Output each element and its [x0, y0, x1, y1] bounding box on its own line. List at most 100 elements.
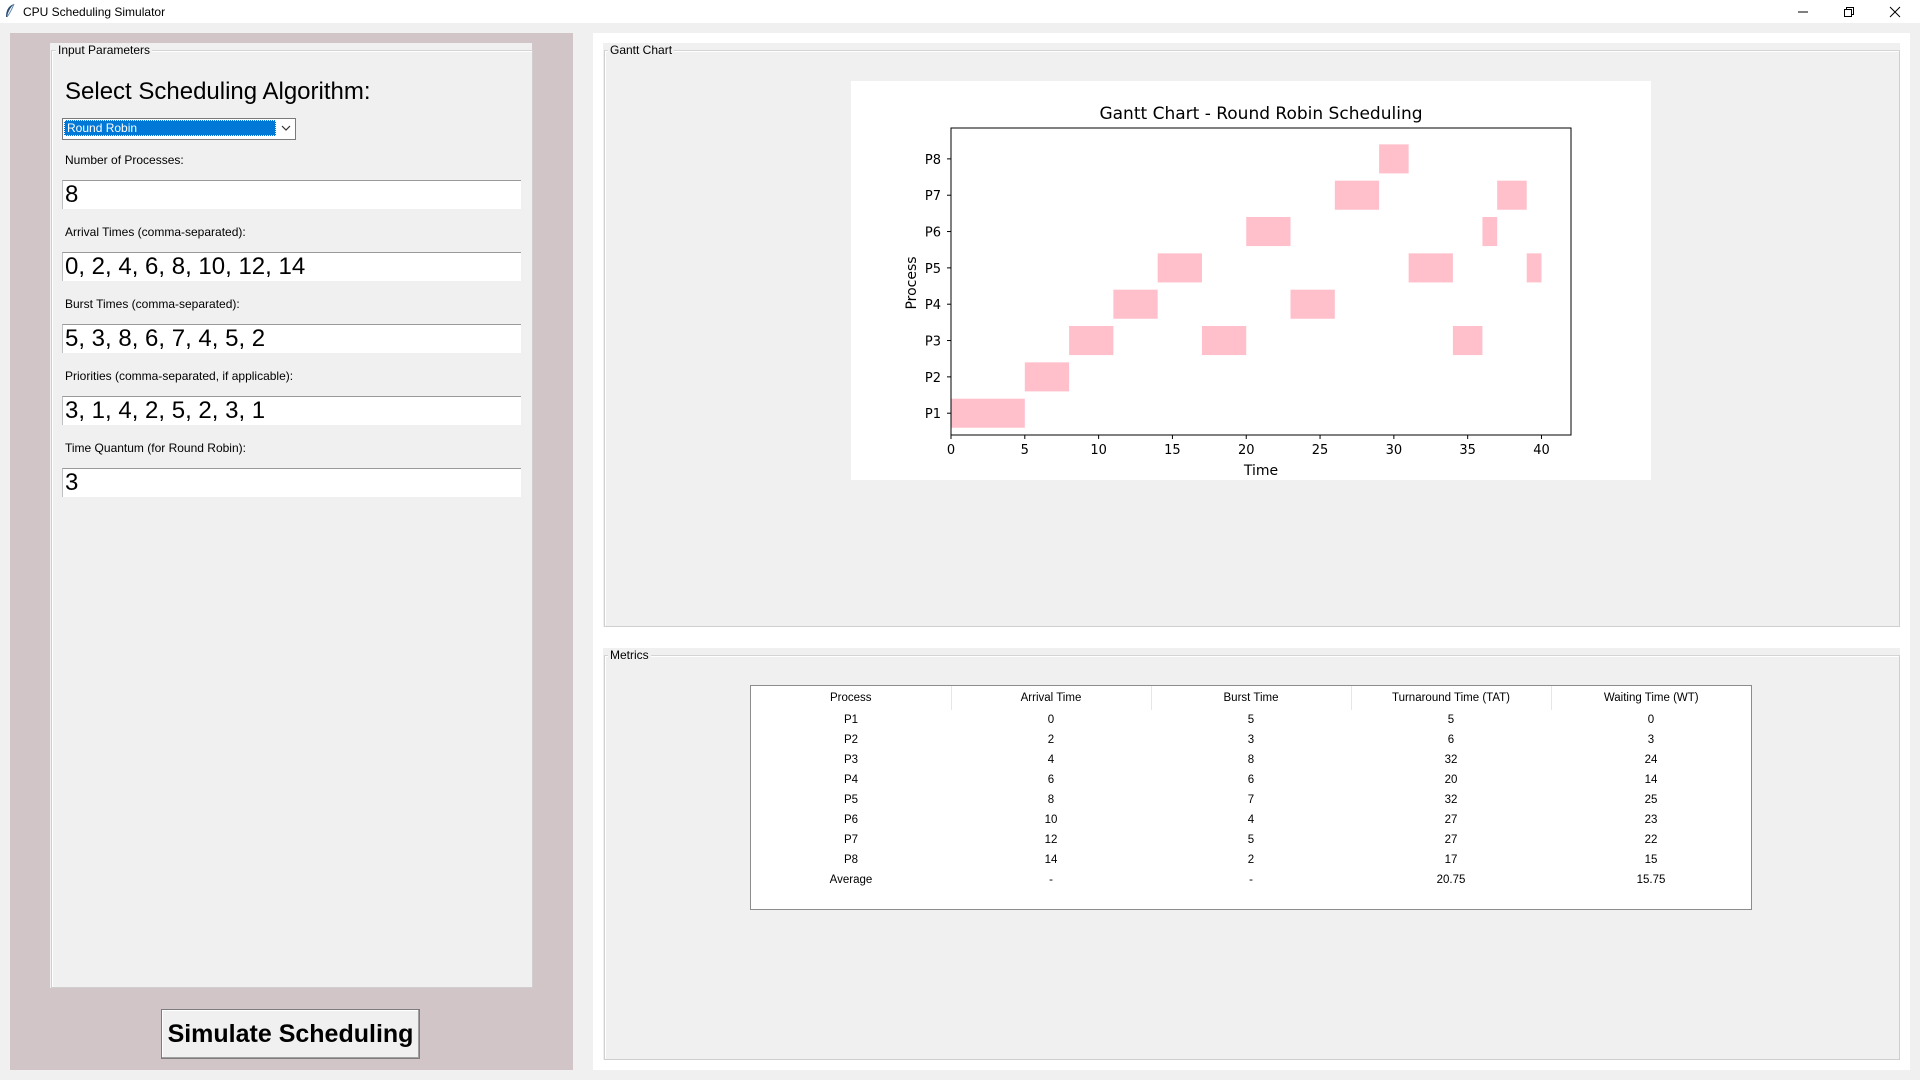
arrival-times-field[interactable]: 0, 2, 4, 6, 8, 10, 12, 14 — [62, 252, 521, 281]
gantt-bar-p5 — [1408, 253, 1453, 283]
y-tick-label: P1 — [925, 407, 941, 422]
table-cell: 27 — [1444, 834, 1458, 846]
time-quantum-field[interactable]: 3 — [62, 468, 521, 497]
table-row[interactable]: P1 0 5 5 0 — [751, 710, 1751, 730]
burst-times-field[interactable]: 5, 3, 8, 6, 7, 4, 5, 2 — [62, 324, 521, 353]
gantt-bar-p3 — [1201, 326, 1247, 356]
y-tick-label: P5 — [925, 262, 941, 277]
gantt-chart: Gantt Chart - Round Robin Scheduling Tim… — [904, 104, 1572, 479]
table-cell: 15 — [1644, 854, 1658, 866]
close-button[interactable] — [1872, 0, 1918, 23]
input-parameters-label: Input Parameters — [56, 43, 153, 57]
time-quantum-label: Time Quantum (for Round Robin): — [65, 441, 246, 455]
simulate-button[interactable]: Simulate Scheduling — [161, 1009, 420, 1059]
table-cell: P1 — [843, 714, 859, 726]
table-row[interactable]: P4 6 6 20 14 — [751, 770, 1751, 790]
chevron-down-icon[interactable] — [278, 120, 294, 136]
x-tick-label: 15 — [1164, 443, 1181, 458]
gantt-bar-p7 — [1334, 180, 1380, 210]
column-header[interactable]: Arrival Time — [950, 686, 1151, 710]
column-header[interactable]: Waiting Time (WT) — [1550, 686, 1751, 710]
gantt-bar-p1 — [951, 398, 1025, 428]
table-cell: 25 — [1644, 794, 1658, 806]
y-tick-label: P8 — [925, 153, 941, 168]
x-tick-label: 5 — [1021, 443, 1029, 458]
x-tick-label: 30 — [1386, 443, 1403, 458]
algorithm-select[interactable]: Round Robin — [62, 118, 296, 140]
x-tick-label: 20 — [1238, 443, 1255, 458]
table-cell: P4 — [843, 774, 859, 786]
table-row[interactable]: P5 8 7 32 25 — [751, 790, 1751, 810]
table-cell: 8 — [1047, 794, 1055, 806]
burst-times-label: Burst Times (comma-separated): — [65, 297, 240, 311]
table-cell: 0 — [1647, 714, 1655, 726]
table-cell: 6 — [1047, 774, 1055, 786]
metrics-table: Process Arrival Time Burst Time Turnaround … — [750, 685, 1752, 910]
gantt-bar-p5 — [1157, 253, 1202, 283]
x-tick-label: 0 — [947, 443, 955, 458]
gantt-bar-p3 — [1452, 326, 1483, 356]
table-row[interactable]: P2 2 3 6 3 — [751, 730, 1751, 750]
y-tick-label: P7 — [925, 189, 941, 204]
table-cell: 22 — [1644, 834, 1658, 846]
table-row[interactable]: P6 10 4 27 23 — [751, 810, 1751, 830]
y-tick-label: P3 — [925, 335, 941, 350]
x-tick-label: 10 — [1090, 443, 1107, 458]
x-axis-label: Time — [1243, 463, 1278, 479]
chart-title: Gantt Chart - Round Robin Scheduling — [1099, 104, 1422, 124]
title-bar: CPU Scheduling Simulator — [0, 0, 1920, 23]
metrics-table-header: Process Arrival Time Burst Time Turnaround … — [751, 686, 1751, 710]
table-cell: 32 — [1444, 754, 1458, 766]
table-cell: 5 — [1247, 714, 1255, 726]
gantt-chart-canvas: Gantt Chart - Round Robin Scheduling Tim… — [851, 81, 1651, 480]
column-header[interactable]: Process — [751, 686, 951, 710]
column-header[interactable]: Burst Time — [1150, 686, 1351, 710]
table-cell: 8 — [1247, 754, 1255, 766]
close-icon — [1889, 6, 1901, 17]
y-tick-label: P4 — [925, 298, 941, 313]
table-cell: P8 — [843, 854, 859, 866]
priorities-field[interactable]: 3, 1, 4, 2, 5, 2, 3, 1 — [62, 396, 521, 425]
table-cell: 15.75 — [1636, 874, 1666, 886]
gantt-bar-p4 — [1290, 289, 1335, 319]
table-cell: 14 — [1644, 774, 1658, 786]
num-processes-field[interactable]: 8 — [62, 180, 521, 209]
table-cell: - — [1249, 874, 1253, 886]
table-cell: 4 — [1047, 754, 1055, 766]
table-cell: 2 — [1247, 854, 1255, 866]
table-cell: 6 — [1247, 774, 1255, 786]
metrics-label: Metrics — [608, 648, 651, 662]
num-processes-label: Number of Processes: — [65, 153, 184, 167]
table-cell: 14 — [1044, 854, 1058, 866]
y-tick-label: P2 — [925, 371, 941, 386]
table-cell: 20.75 — [1436, 874, 1466, 886]
table-cell: 7 — [1247, 794, 1255, 806]
table-cell: P3 — [843, 754, 859, 766]
table-row[interactable]: P7 12 5 27 22 — [751, 830, 1751, 850]
algorithm-heading: Select Scheduling Algorithm: — [65, 78, 371, 105]
table-cell: P6 — [843, 814, 859, 826]
table-cell: P5 — [843, 794, 859, 806]
gantt-chart-label: Gantt Chart — [608, 43, 675, 57]
restore-button[interactable] — [1826, 0, 1872, 23]
algorithm-select-value: Round Robin — [64, 120, 276, 136]
gantt-bar-p2 — [1024, 362, 1070, 392]
gantt-bar-p3 — [1069, 326, 1114, 356]
feather-icon — [4, 3, 16, 19]
table-cell: Average — [829, 874, 873, 886]
gantt-bar-p6 — [1482, 217, 1498, 247]
minimize-button[interactable] — [1780, 0, 1826, 23]
table-cell: 5 — [1447, 714, 1455, 726]
gantt-bar-p7 — [1497, 180, 1527, 210]
column-header[interactable]: Turnaround Time (TAT) — [1350, 686, 1551, 710]
minimize-icon — [1798, 11, 1808, 12]
table-cell: 32 — [1444, 794, 1458, 806]
table-cell: 17 — [1444, 854, 1458, 866]
table-cell: P7 — [843, 834, 859, 846]
table-row[interactable]: P3 4 8 32 24 — [751, 750, 1751, 770]
plot-bars — [951, 144, 1542, 428]
restore-icon — [1844, 6, 1854, 17]
table-row[interactable]: Average - - 20.75 15.75 — [751, 870, 1751, 890]
gantt-bar-p5 — [1526, 253, 1542, 283]
table-row[interactable]: P8 14 2 17 15 — [751, 850, 1751, 870]
